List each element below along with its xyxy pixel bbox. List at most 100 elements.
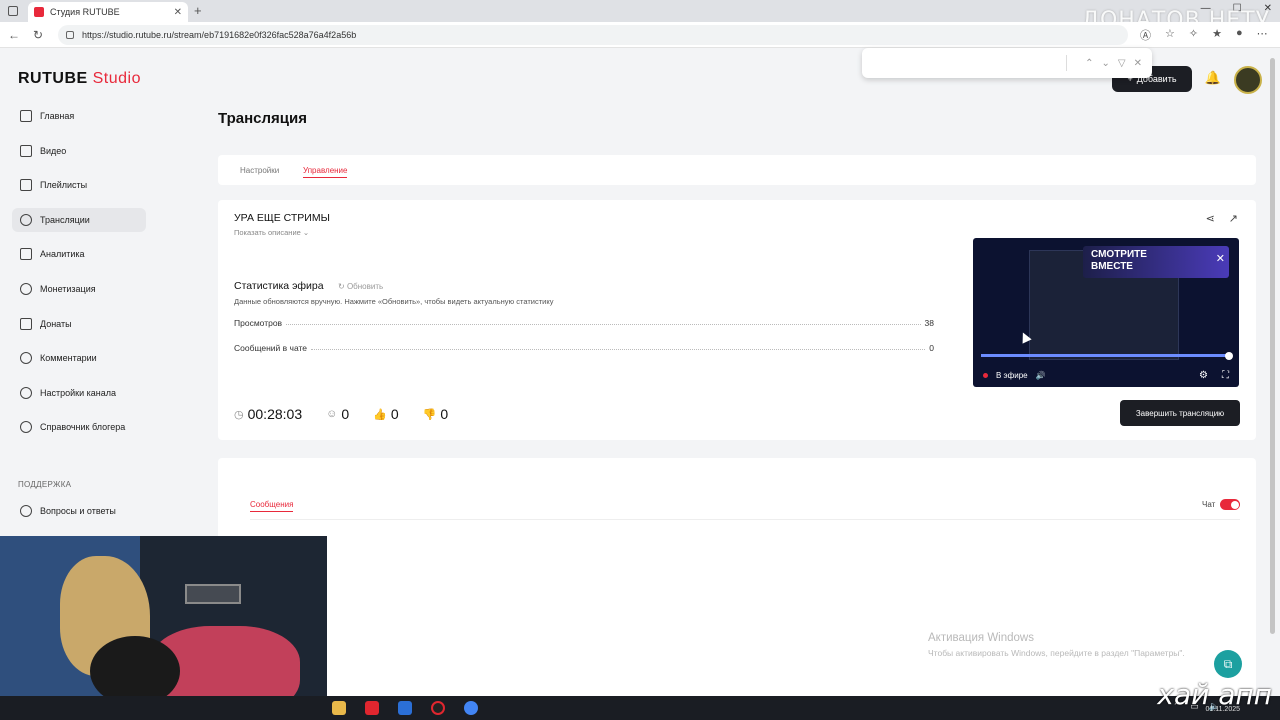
live-dot-icon — [983, 373, 988, 378]
chat-card: Сообщения Чат — [218, 458, 1256, 698]
scrollbar-thumb[interactable] — [1270, 58, 1275, 634]
player-progress-knob[interactable] — [1224, 352, 1233, 360]
player-controls: В эфире 🔊 ⚙ ⛶ — [983, 370, 1229, 381]
dislikes-value: 0 — [440, 406, 449, 422]
chat-divider — [250, 519, 1240, 520]
volume-icon[interactable]: 🔊 — [1036, 371, 1046, 380]
tab-actions-icon[interactable] — [8, 6, 18, 16]
sidebar-item-label: Видео — [40, 145, 67, 156]
watch-together-banner[interactable]: СМОТРИТЕ ВМЕСТЕ — [1083, 246, 1229, 278]
refresh-stats-button[interactable]: ↻ Обновить — [338, 282, 383, 291]
stats-note: Данные обновляются вручную. Нажмите «Обн… — [234, 297, 554, 306]
playlist-icon — [20, 179, 32, 192]
extensions-icon[interactable]: ✧ — [1189, 27, 1198, 43]
promo-close-icon[interactable]: ✕ — [1216, 252, 1225, 265]
refresh-label: Обновить — [346, 282, 384, 291]
player-settings-icon[interactable]: ⚙ — [1199, 370, 1208, 381]
page-scrollbar[interactable] — [1268, 48, 1276, 690]
player-right-controls: ⚙ ⛶ — [1199, 370, 1229, 381]
browser-tab[interactable]: Студия RUTUBE ✕ — [28, 2, 188, 22]
rutube-studio-logo[interactable]: RUTUBE Studio — [18, 70, 141, 88]
site-info-icon[interactable] — [66, 30, 74, 39]
bookmark-icon[interactable]: ☆ — [1165, 27, 1175, 43]
find-previous-icon[interactable]: ⌃ — [1085, 58, 1093, 69]
sidebar: Главная Видео Плейлисты Трансляции Анали… — [12, 104, 146, 450]
obs-icon[interactable] — [431, 701, 445, 715]
broadcast-icon — [20, 213, 32, 226]
sidebar-item-broadcasts[interactable]: Трансляции — [12, 207, 146, 232]
likes-value: 0 — [390, 406, 399, 422]
profile-icon[interactable]: ● — [1236, 27, 1243, 43]
thumbs-down-icon: 👎 — [422, 408, 437, 421]
home-icon — [20, 110, 32, 122]
sidebar-item-home[interactable]: Главная — [12, 104, 146, 128]
find-next-icon[interactable]: ⌄ — [1102, 58, 1110, 69]
new-tab-button[interactable]: + — [194, 3, 202, 18]
user-avatar[interactable] — [1234, 66, 1262, 94]
find-bar-separator — [1066, 55, 1068, 71]
tab-settings[interactable]: Настройки — [240, 166, 279, 175]
support-heading: ПОДДЕРЖКА — [18, 480, 72, 489]
messages-value: 0 — [929, 343, 934, 353]
sidebar-item-comments[interactable]: Комментарии — [12, 346, 146, 370]
fullscreen-icon[interactable]: ⛶ — [1222, 370, 1229, 381]
sidebar-item-label: Трансляции — [40, 214, 90, 225]
sidebar-item-label: Настройки канала — [40, 387, 117, 398]
help-chat-button[interactable]: ⧉ — [1214, 650, 1242, 678]
notifications-bell-icon[interactable]: 🔔 — [1204, 70, 1222, 88]
webcam-object — [185, 584, 241, 604]
sidebar-item-faq[interactable]: Вопросы и ответы — [12, 499, 146, 523]
sidebar-item-label: Комментарии — [40, 353, 97, 364]
sidebar-item-playlists[interactable]: Плейлисты — [12, 173, 146, 197]
sidebar-item-donations[interactable]: Донаты — [12, 312, 146, 336]
dotted-leader — [311, 349, 926, 350]
dotted-leader — [286, 324, 921, 325]
chrome-icon[interactable] — [464, 701, 478, 715]
favorites-icon[interactable]: ★ — [1212, 27, 1222, 43]
webcam-overlay — [0, 536, 327, 696]
read-aloud-icon[interactable]: Ⓐ — [1140, 27, 1151, 43]
show-description-link[interactable]: Показать описание ⌄ — [234, 228, 309, 237]
sidebar-item-channel-settings[interactable]: Настройки канала — [12, 381, 146, 405]
store-icon[interactable] — [398, 701, 412, 715]
page-title: Трансляция — [218, 110, 307, 127]
reload-icon[interactable]: ↻ — [28, 28, 48, 42]
tab-management[interactable]: Управление — [303, 166, 348, 178]
menu-icon[interactable]: ⋯ — [1257, 27, 1268, 43]
views-label: Просмотров — [234, 318, 283, 328]
end-stream-button[interactable]: Завершить трансляцию — [1120, 400, 1240, 426]
sidebar-item-label: Плейлисты — [40, 180, 88, 191]
tab-close-icon[interactable]: ✕ — [174, 7, 182, 18]
tab-messages[interactable]: Сообщения — [250, 500, 294, 512]
sidebar-faq: Вопросы и ответы — [12, 499, 146, 534]
stream-preview-player[interactable]: СМОТРИТЕ ВМЕСТЕ ✕ В эфире 🔊 ⚙ ⛶ — [973, 238, 1239, 387]
sidebar-item-monetization[interactable]: Монетизация — [12, 277, 146, 301]
live-label: В эфире — [996, 371, 1028, 380]
find-filter-icon[interactable]: ▽ — [1118, 58, 1126, 69]
sidebar-item-analytics[interactable]: Аналитика — [12, 242, 146, 266]
thumbs-up-icon: 👍 — [373, 408, 387, 421]
browser-extension-icons: Ⓐ ☆ ✧ ★ ● ⋯ — [1140, 27, 1268, 43]
tabs-bar: Настройки Управление — [218, 155, 1256, 185]
share-icon[interactable]: ⋖ — [1206, 212, 1215, 225]
url-field[interactable]: https://studio.rutube.ru/stream/eb719168… — [58, 24, 1128, 45]
yandex-browser-icon[interactable] — [365, 701, 379, 715]
open-external-icon[interactable]: ↗ — [1229, 212, 1238, 225]
tab-title: Студия RUTUBE — [50, 7, 120, 17]
chat-toggle[interactable] — [1220, 499, 1240, 510]
windows-taskbar: ⌃ ▭ 🔈 01.11.2025 — [0, 696, 1280, 720]
promo-line2: ВМЕСТЕ — [1091, 261, 1133, 272]
question-icon — [20, 505, 32, 517]
find-bar[interactable]: ⌃ ⌄ ▽ ✕ — [862, 48, 1152, 78]
rutube-favicon-icon — [34, 7, 44, 17]
sidebar-item-blogger-guide[interactable]: Справочник блогера — [12, 415, 146, 439]
sidebar-item-video[interactable]: Видео — [12, 139, 146, 163]
comments-icon — [20, 352, 32, 365]
find-close-icon[interactable]: ✕ — [1134, 58, 1142, 69]
player-progress-bar[interactable] — [981, 354, 1231, 357]
file-explorer-icon[interactable] — [332, 701, 346, 715]
monetization-icon — [20, 282, 32, 295]
stream-overlay-bottom-text: хай апп — [1157, 678, 1272, 711]
sidebar-item-label: Вопросы и ответы — [40, 506, 116, 516]
back-icon[interactable]: ← — [4, 28, 24, 42]
